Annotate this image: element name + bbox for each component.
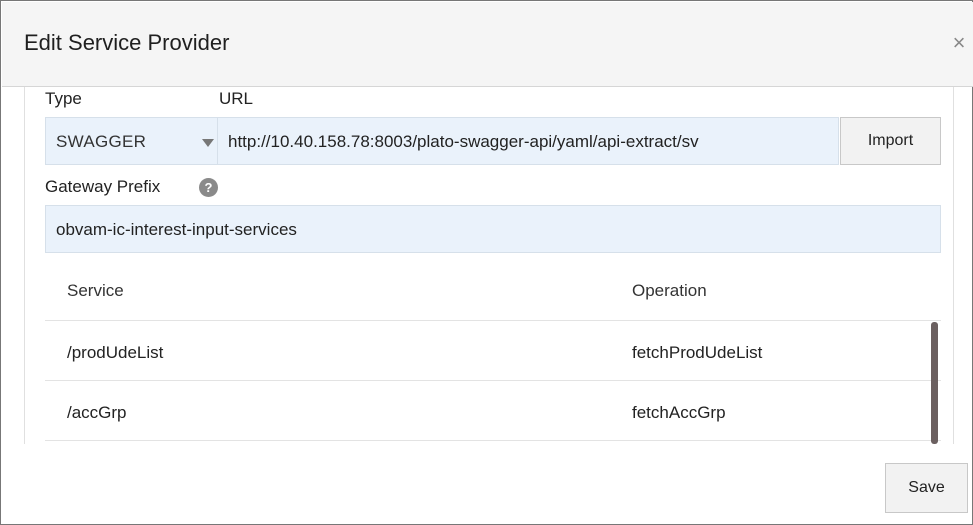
url-label: URL: [219, 89, 254, 108]
dialog-header: Edit Service Provider ×: [2, 2, 973, 87]
dialog-title: Edit Service Provider: [24, 30, 230, 55]
column-header-service: Service: [67, 281, 124, 300]
type-label: Type: [45, 89, 82, 108]
scrollbar-thumb[interactable]: [931, 322, 938, 444]
url-input-value: http://10.40.158.78:8003/plato-swagger-a…: [228, 132, 699, 151]
row-divider: [45, 320, 941, 321]
gateway-prefix-value: obvam-ic-interest-input-services: [56, 220, 297, 239]
operation-cell: fetchProdUdeList: [632, 343, 763, 362]
help-icon[interactable]: ?: [199, 178, 218, 197]
gateway-prefix-input[interactable]: obvam-ic-interest-input-services: [45, 205, 941, 253]
row-divider: [45, 440, 941, 441]
service-cell: /accGrp: [67, 403, 127, 422]
gateway-prefix-label: Gateway Prefix: [45, 177, 161, 196]
url-input[interactable]: http://10.40.158.78:8003/plato-swagger-a…: [217, 117, 839, 165]
import-button[interactable]: Import: [840, 117, 941, 165]
type-select-value: SWAGGER: [56, 132, 147, 151]
type-select[interactable]: SWAGGER: [45, 117, 237, 165]
row-divider: [45, 380, 941, 381]
column-header-operation: Operation: [632, 281, 707, 300]
dialog-body: Type URL SWAGGER http://10.40.158.78:800…: [24, 87, 954, 444]
operation-cell: fetchAccGrp: [632, 403, 726, 422]
save-button[interactable]: Save: [885, 463, 968, 513]
service-cell: /prodUdeList: [67, 343, 164, 362]
close-icon[interactable]: ×: [947, 30, 971, 56]
edit-service-provider-dialog: Edit Service Provider × Type URL SWAGGER…: [0, 0, 973, 525]
chevron-down-icon: [202, 139, 214, 147]
